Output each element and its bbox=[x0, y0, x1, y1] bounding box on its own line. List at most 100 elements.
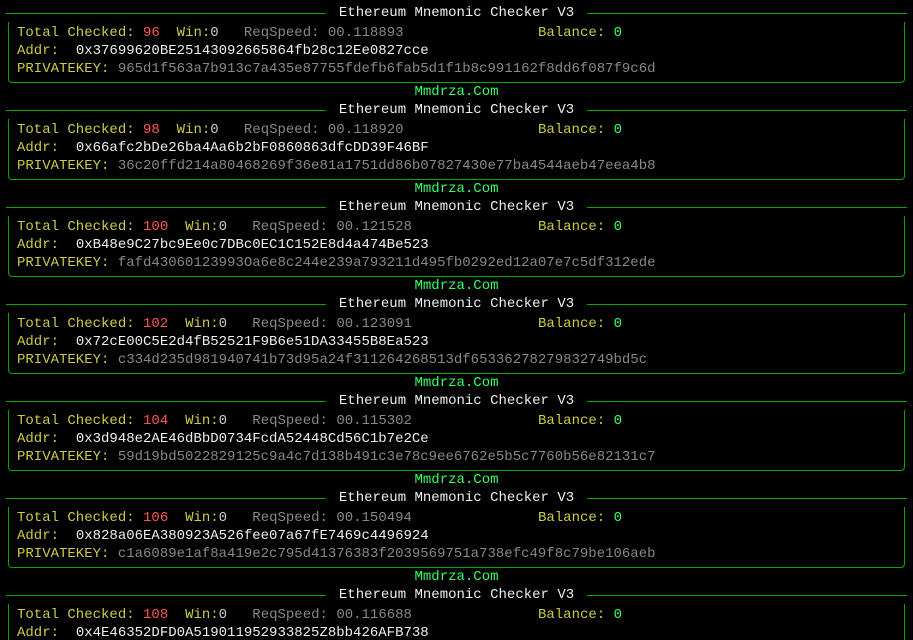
block-title-line: Ethereum Mnemonic Checker V3 bbox=[6, 586, 907, 604]
entry-box: Total Checked: 102 Win:0 ReqSpeed: 00.12… bbox=[8, 313, 905, 374]
site-line: Mmdrza.Com bbox=[6, 471, 907, 489]
value-total-checked: 102 bbox=[143, 316, 168, 332]
label-reqspeed: ReqSpeed: bbox=[252, 316, 336, 332]
stats-row: Total Checked: 100 Win:0 ReqSpeed: 00.12… bbox=[17, 218, 896, 236]
label-privatekey: PRIVATEKEY: bbox=[17, 352, 118, 368]
label-addr: Addr: bbox=[17, 334, 76, 350]
value-win: 0 bbox=[219, 316, 227, 332]
label-win: Win: bbox=[185, 219, 219, 235]
addr-row: Addr: 0xB48e9C27bc9Ee0c7DBc0EC1C152E8d4a… bbox=[17, 236, 896, 254]
block-title: Ethereum Mnemonic Checker V3 bbox=[326, 586, 586, 604]
label-total-checked: Total Checked: bbox=[17, 510, 143, 526]
value-reqspeed: 00.116688 bbox=[336, 607, 412, 623]
addr-row: Addr: 0x37699620BE25143092665864fb28c12E… bbox=[17, 42, 896, 60]
block-title: Ethereum Mnemonic Checker V3 bbox=[326, 489, 586, 507]
label-win: Win: bbox=[185, 413, 219, 429]
hr-left bbox=[6, 304, 326, 305]
entry-box: Total Checked: 108 Win:0 ReqSpeed: 00.11… bbox=[8, 604, 905, 640]
entry-block: Ethereum Mnemonic Checker V3 Total Check… bbox=[6, 198, 907, 295]
label-addr: Addr: bbox=[17, 140, 76, 156]
label-total-checked: Total Checked: bbox=[17, 413, 143, 429]
label-privatekey: PRIVATEKEY: bbox=[17, 61, 118, 77]
block-title-line: Ethereum Mnemonic Checker V3 bbox=[6, 4, 907, 22]
value-balance: 0 bbox=[614, 413, 622, 429]
label-total-checked: Total Checked: bbox=[17, 607, 143, 623]
value-addr: 0x37699620BE25143092665864fb28c12Ee0827c… bbox=[76, 43, 429, 59]
label-privatekey: PRIVATEKEY: bbox=[17, 449, 118, 465]
label-privatekey: PRIVATEKEY: bbox=[17, 255, 118, 271]
value-total-checked: 106 bbox=[143, 510, 168, 526]
block-title: Ethereum Mnemonic Checker V3 bbox=[326, 4, 586, 22]
hr-left bbox=[6, 401, 326, 402]
block-title: Ethereum Mnemonic Checker V3 bbox=[326, 101, 586, 119]
addr-row: Addr: 0x66afc2bDe26ba4Aa6b2bF0860863dfcD… bbox=[17, 139, 896, 157]
value-addr: 0x66afc2bDe26ba4Aa6b2bF0860863dfcDD39F46… bbox=[76, 140, 429, 156]
value-win: 0 bbox=[210, 122, 218, 138]
pk-row: PRIVATEKEY: c334d235d981940741b73d95a24f… bbox=[17, 351, 896, 369]
block-title-line: Ethereum Mnemonic Checker V3 bbox=[6, 295, 907, 313]
pk-row: PRIVATEKEY: 965d1f563a7b913c7a435e87755f… bbox=[17, 60, 896, 78]
value-win: 0 bbox=[219, 607, 227, 623]
label-total-checked: Total Checked: bbox=[17, 316, 143, 332]
value-privatekey: 965d1f563a7b913c7a435e87755fdefb6fab5d1f… bbox=[118, 61, 656, 77]
stats-row: Total Checked: 98 Win:0 ReqSpeed: 00.118… bbox=[17, 121, 896, 139]
value-privatekey: fafd43060123993Oa6e8c244e239a793211d495f… bbox=[118, 255, 656, 271]
hr-left bbox=[6, 110, 326, 111]
block-title-line: Ethereum Mnemonic Checker V3 bbox=[6, 489, 907, 507]
entry-block: Ethereum Mnemonic Checker V3 Total Check… bbox=[6, 101, 907, 198]
value-addr: 0x4E46352DFD0A519011952933825Z8bb426AFB7… bbox=[76, 625, 429, 640]
value-balance: 0 bbox=[614, 316, 622, 332]
pk-row: PRIVATEKEY: 59d19bd5022829125c9a4c7d138b… bbox=[17, 448, 896, 466]
label-win: Win: bbox=[177, 25, 211, 41]
hr-right bbox=[587, 304, 907, 305]
value-balance: 0 bbox=[614, 25, 622, 41]
entry-box: Total Checked: 96 Win:0 ReqSpeed: 00.118… bbox=[8, 22, 905, 83]
block-title-line: Ethereum Mnemonic Checker V3 bbox=[6, 101, 907, 119]
label-reqspeed: ReqSpeed: bbox=[252, 510, 336, 526]
entry-block: Ethereum Mnemonic Checker V3 Total Check… bbox=[6, 295, 907, 392]
entry-block: Ethereum Mnemonic Checker V3 Total Check… bbox=[6, 4, 907, 101]
hr-left bbox=[6, 13, 326, 14]
label-total-checked: Total Checked: bbox=[17, 25, 143, 41]
hr-right bbox=[587, 110, 907, 111]
label-balance: Balance: bbox=[538, 413, 614, 429]
value-reqspeed: 00.118893 bbox=[328, 25, 404, 41]
pk-row: PRIVATEKEY: fafd43060123993Oa6e8c244e239… bbox=[17, 254, 896, 272]
value-win: 0 bbox=[210, 25, 218, 41]
value-addr: 0x828a06EA380923A526fee07a67fE7469c44969… bbox=[76, 528, 429, 544]
value-privatekey: 59d19bd5022829125c9a4c7d138b491c3e78c9ee… bbox=[118, 449, 656, 465]
value-balance: 0 bbox=[614, 607, 622, 623]
label-privatekey: PRIVATEKEY: bbox=[17, 546, 118, 562]
stats-row: Total Checked: 102 Win:0 ReqSpeed: 00.12… bbox=[17, 315, 896, 333]
value-total-checked: 96 bbox=[143, 25, 160, 41]
label-addr: Addr: bbox=[17, 237, 76, 253]
value-reqspeed: 00.123091 bbox=[336, 316, 412, 332]
value-total-checked: 104 bbox=[143, 413, 168, 429]
label-reqspeed: ReqSpeed: bbox=[252, 219, 336, 235]
value-reqspeed: 00.150494 bbox=[336, 510, 412, 526]
block-title: Ethereum Mnemonic Checker V3 bbox=[326, 392, 586, 410]
label-reqspeed: ReqSpeed: bbox=[252, 607, 336, 623]
value-balance: 0 bbox=[614, 219, 622, 235]
stats-row: Total Checked: 108 Win:0 ReqSpeed: 00.11… bbox=[17, 606, 896, 624]
hr-right bbox=[587, 498, 907, 499]
label-reqspeed: ReqSpeed: bbox=[244, 25, 328, 41]
site-line: Mmdrza.Com bbox=[6, 277, 907, 295]
value-privatekey: 36c20ffd214a80468269f36e81a1751dd86b0782… bbox=[118, 158, 656, 174]
hr-left bbox=[6, 207, 326, 208]
site-line: Mmdrza.Com bbox=[6, 374, 907, 392]
addr-row: Addr: 0x3d948e2AE46dBbD0734FcdA52448Cd56… bbox=[17, 430, 896, 448]
block-title: Ethereum Mnemonic Checker V3 bbox=[326, 295, 586, 313]
label-balance: Balance: bbox=[538, 316, 614, 332]
hr-right bbox=[587, 207, 907, 208]
site-line: Mmdrza.Com bbox=[6, 83, 907, 101]
hr-right bbox=[587, 595, 907, 596]
block-title: Ethereum Mnemonic Checker V3 bbox=[326, 198, 586, 216]
value-privatekey: c1a6089e1af8a419e2c795d41376383f20395697… bbox=[118, 546, 656, 562]
label-reqspeed: ReqSpeed: bbox=[244, 122, 328, 138]
label-balance: Balance: bbox=[538, 25, 614, 41]
value-addr: 0xB48e9C27bc9Ee0c7DBc0EC1C152E8d4a474Be5… bbox=[76, 237, 429, 253]
entry-box: Total Checked: 104 Win:0 ReqSpeed: 00.11… bbox=[8, 410, 905, 471]
value-win: 0 bbox=[219, 413, 227, 429]
hr-left bbox=[6, 595, 326, 596]
